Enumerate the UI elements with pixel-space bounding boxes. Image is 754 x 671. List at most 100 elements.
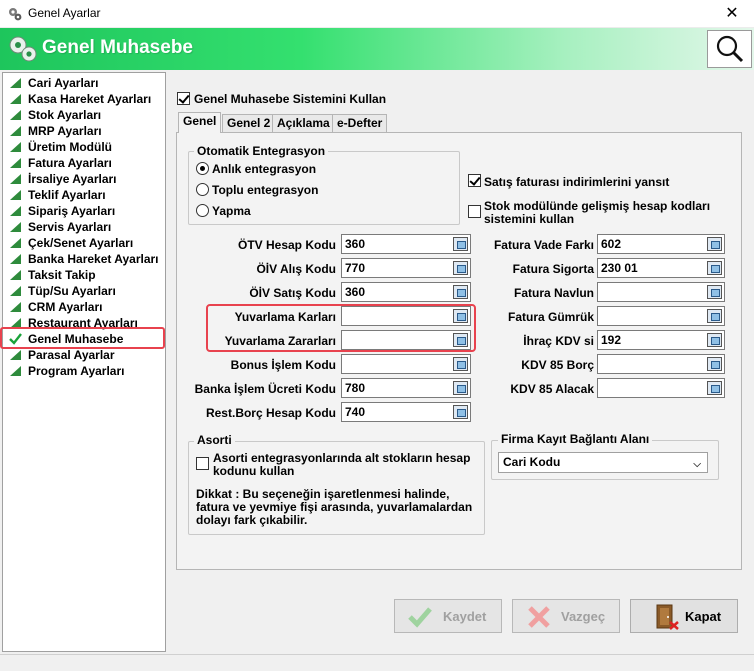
input-rest-borc-hesap-kodu[interactable]: 740	[341, 402, 471, 422]
green-triangle-icon	[10, 190, 21, 200]
cancel-button[interactable]: Vazgeç	[512, 599, 620, 633]
exit-door-icon	[656, 604, 679, 630]
input-banka-islem-ucreti-kodu[interactable]: 780	[341, 378, 471, 398]
sidebar-item-cari-ayarlari[interactable]: Cari Ayarları	[9, 75, 165, 91]
lookup-icon[interactable]	[453, 381, 468, 395]
label-fatura-navlun: Fatura Navlun	[513, 286, 594, 300]
radio-toplu-label: Toplu entegrasyon	[212, 183, 319, 197]
firma-kayit-select[interactable]: Cari Kodu ⌵	[498, 452, 708, 473]
green-triangle-icon	[10, 270, 21, 280]
green-triangle-icon	[10, 350, 21, 360]
sidebar-item-banka-hareket-ayarlari[interactable]: Banka Hareket Ayarları	[9, 251, 165, 267]
lookup-icon[interactable]	[453, 237, 468, 251]
lookup-icon[interactable]	[707, 261, 722, 275]
sidebar-item-siparis-ayarlari[interactable]: Sipariş Ayarları	[9, 203, 165, 219]
green-triangle-icon	[10, 94, 21, 104]
radio-yapma-label: Yapma	[212, 204, 251, 218]
reflect-discount-label: Satış faturası indirimlerini yansıt	[484, 175, 670, 189]
green-triangle-icon	[10, 174, 21, 184]
sidebar-item-taksit-takip[interactable]: Taksit Takip	[9, 267, 165, 283]
save-button[interactable]: Kaydet	[394, 599, 502, 633]
close-button[interactable]: Kapat	[630, 599, 738, 633]
green-triangle-icon	[10, 206, 21, 216]
x-icon	[528, 606, 550, 628]
tab-e-defter[interactable]: e-Defter	[332, 114, 388, 133]
green-triangle-icon	[10, 158, 21, 168]
sidebar-item-crm-ayarlari[interactable]: CRM Ayarları	[9, 299, 165, 315]
label-bonus-islem-kodu: Bonus İşlem Kodu	[230, 358, 336, 372]
sidebar-item-tup-su-ayarlari[interactable]: Tüp/Su Ayarları	[9, 283, 165, 299]
chevron-down-icon: ⌵	[693, 459, 701, 470]
input-ihrac-kdv-si[interactable]: 192	[597, 330, 725, 350]
input-oiv-satis-kodu[interactable]: 360	[341, 282, 471, 302]
input-fatura-sigorta[interactable]: 230 01	[597, 258, 725, 278]
asorti-note-line1: Dikkat : Bu seçeneğin işaretlenmesi hali…	[196, 487, 450, 501]
sidebar-item-uretim-modulu[interactable]: Üretim Modülü	[9, 139, 165, 155]
lookup-icon[interactable]	[707, 309, 722, 323]
sidebar-selection-highlight	[0, 327, 165, 349]
advanced-stock-label-line1: Stok modülünde gelişmiş hesap kodları	[484, 199, 711, 213]
close-icon: ✕	[725, 5, 739, 22]
input-bonus-islem-kodu[interactable]	[341, 354, 471, 374]
sidebar-item-teklif-ayarlari[interactable]: Teklif Ayarları	[9, 187, 165, 203]
input-kdv-85-alacak[interactable]	[597, 378, 725, 398]
sidebar: Cari Ayarları Kasa Hareket Ayarları Stok…	[2, 72, 166, 652]
input-fatura-navlun[interactable]	[597, 282, 725, 302]
sidebar-item-mrp-ayarlari[interactable]: MRP Ayarları	[9, 123, 165, 139]
sidebar-item-kasa-hareket-ayarlari[interactable]: Kasa Hareket Ayarları	[9, 91, 165, 107]
green-triangle-icon	[10, 366, 21, 376]
radio-yapma[interactable]	[196, 204, 209, 217]
lookup-icon[interactable]	[707, 237, 722, 251]
radio-toplu-entegrasyon[interactable]	[196, 183, 209, 196]
label-oiv-alis-kodu: ÖİV Alış Kodu	[256, 262, 336, 276]
tab-genel[interactable]: Genel	[178, 112, 222, 133]
asorti-checkbox[interactable]	[196, 457, 209, 470]
lookup-icon[interactable]	[453, 357, 468, 371]
input-oiv-alis-kodu[interactable]: 770	[341, 258, 471, 278]
use-system-label: Genel Muhasebe Sistemini Kullan	[194, 92, 387, 106]
sidebar-item-parasal-ayarlar[interactable]: Parasal Ayarlar	[9, 347, 165, 363]
lookup-icon[interactable]	[707, 333, 722, 347]
radio-anlik-entegrasyon[interactable]	[196, 162, 209, 175]
advanced-stock-checkbox[interactable]	[468, 205, 481, 218]
header-banner: Genel Muhasebe	[0, 28, 754, 70]
sidebar-item-program-ayarlari[interactable]: Program Ayarları	[9, 363, 165, 379]
status-bar	[0, 654, 754, 671]
asorti-legend: Asorti	[194, 433, 235, 447]
sidebar-item-servis-ayarlari[interactable]: Servis Ayarları	[9, 219, 165, 235]
lookup-icon[interactable]	[707, 285, 722, 299]
label-fatura-sigorta: Fatura Sigorta	[512, 262, 594, 276]
asorti-checkbox-label-line2: kodunu kullan	[213, 464, 295, 478]
label-banka-islem-ucreti-kodu: Banka İşlem Ücreti Kodu	[194, 382, 336, 396]
input-fatura-vade-farki[interactable]: 602	[597, 234, 725, 254]
sidebar-item-stok-ayarlari[interactable]: Stok Ayarları	[9, 107, 165, 123]
label-oiv-satis-kodu: ÖİV Satış Kodu	[249, 286, 336, 300]
sidebar-item-irsaliye-ayarlari[interactable]: İrsaliye Ayarları	[9, 171, 165, 187]
use-system-checkbox[interactable]	[177, 92, 190, 105]
sidebar-item-cek-senet-ayarlari[interactable]: Çek/Senet Ayarları	[9, 235, 165, 251]
label-otv-hesap-kodu: ÖTV Hesap Kodu	[237, 238, 336, 252]
sidebar-item-fatura-ayarlari[interactable]: Fatura Ayarları	[9, 155, 165, 171]
tab-genel-2[interactable]: Genel 2	[222, 114, 276, 133]
gear-icon	[9, 36, 37, 62]
green-triangle-icon	[10, 110, 21, 120]
lookup-icon[interactable]	[453, 405, 468, 419]
lookup-icon[interactable]	[453, 261, 468, 275]
input-kdv-85-borc[interactable]	[597, 354, 725, 374]
green-triangle-icon	[10, 238, 21, 248]
reflect-discount-checkbox[interactable]	[468, 174, 481, 187]
lookup-icon[interactable]	[707, 381, 722, 395]
label-fatura-vade-farki: Fatura Vade Farkı	[493, 238, 594, 252]
search-button[interactable]	[707, 30, 752, 68]
green-triangle-icon	[10, 78, 21, 88]
label-kdv-85-borc: KDV 85 Borç	[521, 358, 594, 372]
window-close-button[interactable]: ✕	[710, 0, 754, 28]
lookup-icon[interactable]	[453, 285, 468, 299]
radio-anlik-label: Anlık entegrasyon	[212, 162, 317, 176]
input-fatura-gumruk[interactable]	[597, 306, 725, 326]
input-otv-hesap-kodu[interactable]: 360	[341, 234, 471, 254]
green-triangle-icon	[10, 302, 21, 312]
lookup-icon[interactable]	[707, 357, 722, 371]
green-triangle-icon	[10, 142, 21, 152]
tab-aciklama[interactable]: Açıklama	[272, 114, 335, 133]
